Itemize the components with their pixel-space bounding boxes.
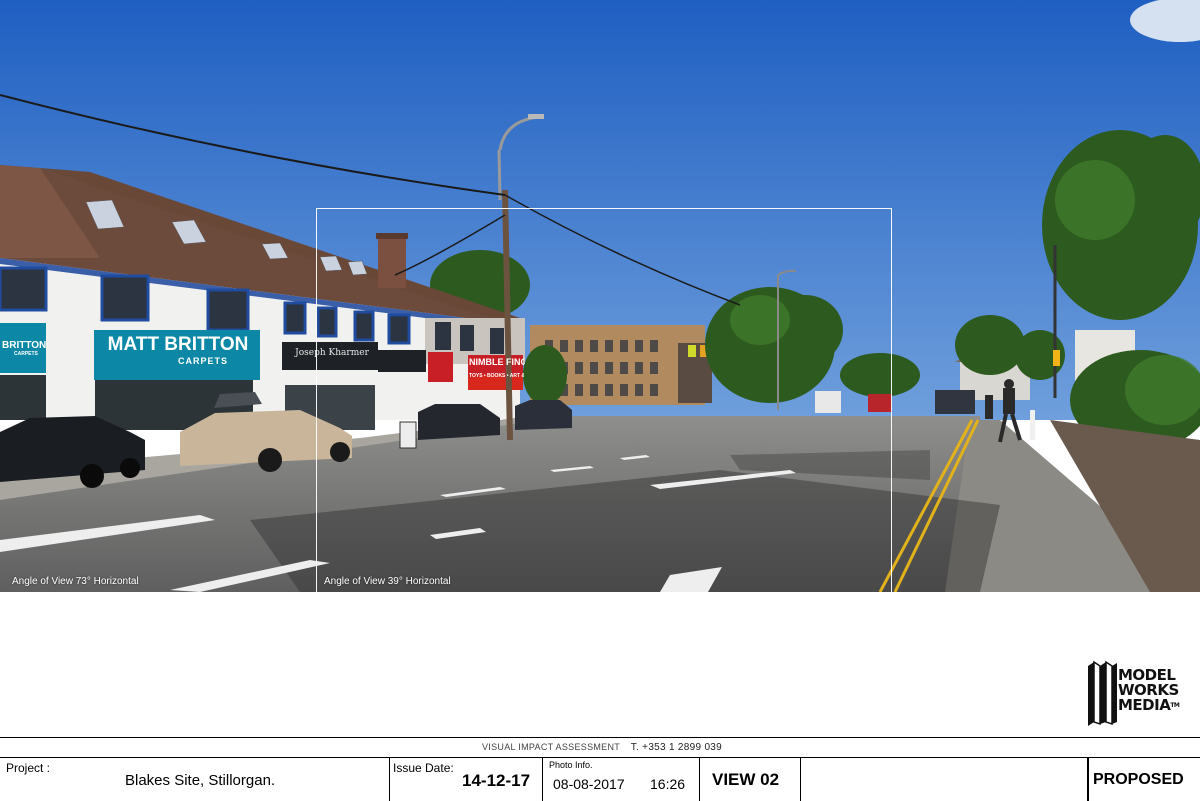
blank-cell [801,758,1088,801]
issue-date-value: 14-12-17 [462,771,531,790]
photo-info-label: Photo Info. [549,760,593,770]
status-value: PROPOSED [1093,771,1184,788]
logo-line-3-text: MEDIA [1118,696,1171,714]
angle-narrow-label: Angle of View 39° Horizontal [324,576,451,587]
photo-info-cell: Photo Info. 08-08-2017 16:26 [543,758,700,801]
left-carpets-sign-title: BRITTON [2,340,47,351]
title-block: Project : Blakes Site, Stillorgan. Issue… [0,757,1200,801]
logo-line-3: MEDIATM [1118,696,1180,714]
photo-date-value: 08-08-2017 [553,776,625,792]
view-cell: VIEW 02 [700,758,801,801]
matt-britton-sign: MATT BRITTON CARPETS [100,334,256,366]
project-cell: Project : Blakes Site, Stillorgan. [0,758,390,801]
logo-wordmark: MODEL WORKS MEDIATM [1118,668,1180,714]
caption-phone: T. +353 1 2899 039 [630,742,723,753]
view-number: VIEW 02 [712,770,780,789]
issue-date-cell: Issue Date: 14-12-17 [390,758,543,801]
model-works-media-logo: MODEL WORKS MEDIATM [1086,660,1196,728]
caption-line: VISUAL IMPACT ASSESSMENT T. +353 1 2899 … [482,742,722,753]
assessment-caption: VISUAL IMPACT ASSESSMENT T. +353 1 2899 … [0,737,1200,758]
project-value: Blakes Site, Stillorgan. [125,772,276,789]
site-photograph: MATT BRITTON CARPETS BRITTON CARPETS Jos… [0,0,1200,592]
angle-wide-label: Angle of View 73° Horizontal [12,576,139,587]
matt-britton-sign-sub: CARPETS [177,356,228,366]
issue-date-label: Issue Date: [393,761,454,775]
logo-trademark: TM [1170,702,1180,709]
matt-britton-sign-title: MATT BRITTON [107,334,249,355]
view-39-frame [316,208,892,592]
left-carpets-sign: BRITTON CARPETS [2,340,46,357]
status-cell: PROPOSED [1088,758,1200,801]
photo-time-value: 16:26 [650,776,686,792]
project-label: Project : [6,761,51,775]
caption-title: VISUAL IMPACT ASSESSMENT [482,742,620,752]
logo-mark-icon [1088,660,1117,726]
left-carpets-sign-sub: CARPETS [14,351,38,357]
